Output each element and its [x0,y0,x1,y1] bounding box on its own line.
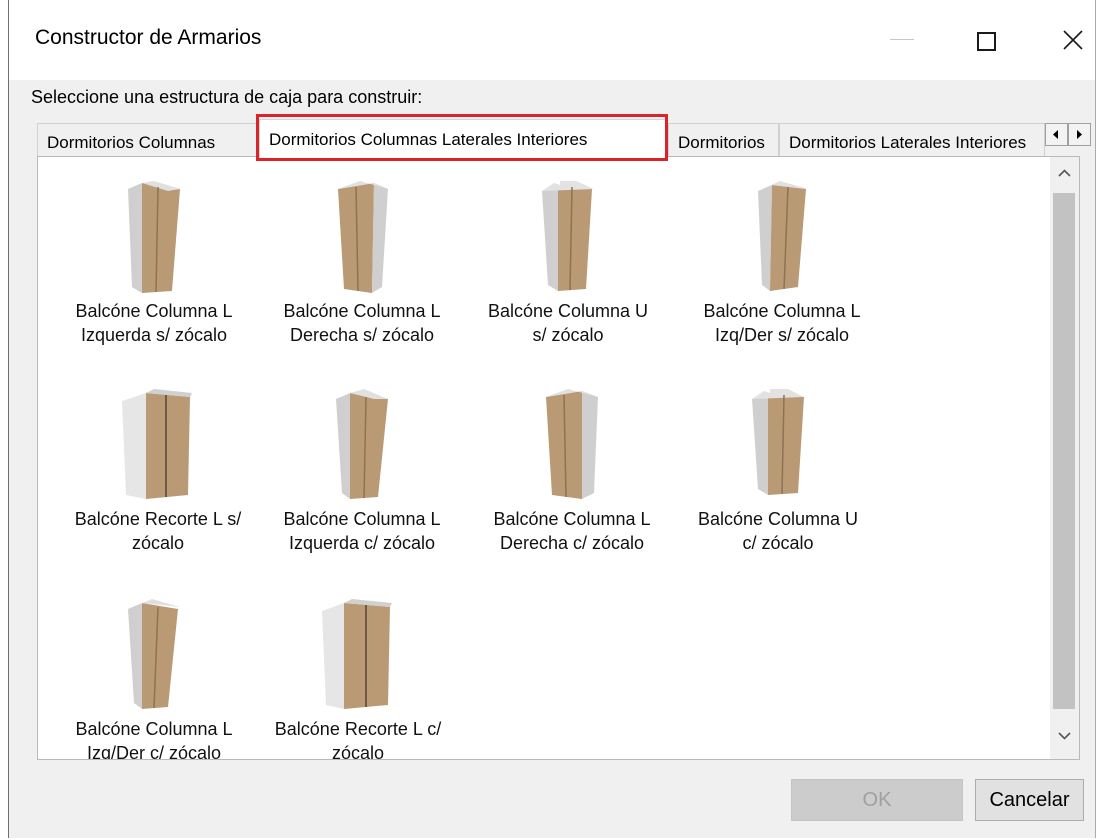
list-item[interactable]: Balcóne Columna L Derecha c/ zócalo [467,365,677,565]
cabinet-l-left-icon [336,389,388,499]
item-label-line2: zócalo [131,533,185,553]
list-item[interactable]: Balcóne Columna L Derecha s/ zócalo [257,157,467,357]
item-label-line2: Derecha c/ zócalo [499,533,645,553]
item-label-line2: Izquerda c/ zócalo [288,533,436,553]
item-label-line1: Balcóne Columna L [75,301,233,321]
cabinet-cut-l-icon [322,599,392,709]
item-label-line1: Balcóne Recorte L s/ [74,509,242,529]
cabinet-u-icon [752,389,804,495]
item-label-line2: s/ zócalo [532,325,604,345]
item-label-line2: Izq/Der s/ zócalo [714,325,850,345]
arrow-left-icon [1053,130,1058,139]
scrollbar-thumb[interactable] [1053,193,1075,709]
cabinet-l-right-icon [338,181,388,293]
item-label-line1: Balcóne Columna L [703,301,861,321]
tab-scroll-right-button[interactable] [1068,123,1091,146]
structure-list-panel: Balcóne Columna L Izquerda s/ zócalo Balc… [37,156,1080,760]
item-label-line1: Balcóne Columna U [487,301,649,321]
item-label-line1: Balcóne Columna L [493,509,651,529]
cabinet-l-both-icon [758,181,808,291]
list-item[interactable]: Balcóne Columna L Izq/Der c/ zócalo [49,575,259,759]
tab-dormitorios-columnas-laterales-interiores[interactable]: Dormitorios Columnas Laterales Interiore… [259,119,668,159]
close-button[interactable] [1053,20,1093,60]
list-item[interactable]: Balcóne Columna L Izq/Der s/ zócalo [677,157,887,357]
tab-dormitorios-columnas[interactable]: Dormitorios Columnas [37,123,259,157]
cancel-button[interactable]: Cancelar [975,779,1084,821]
cabinet-cut-l-icon [122,389,192,499]
window-title: Constructor de Armarios [35,26,262,49]
close-icon [1063,30,1083,50]
list-item[interactable]: Balcóne Recorte L s/zócalo [53,365,263,565]
item-label-line1: Balcóne Columna L [283,301,441,321]
list-item[interactable]: Balcóne Recorte L c/zócalo [253,575,463,759]
item-label-line1: Balcóne Columna L [283,509,441,529]
tab-scroll-left-button[interactable] [1045,123,1068,146]
list-item[interactable]: Balcóne Columna U s/ zócalo [463,157,673,357]
item-label-line1: Balcóne Recorte L c/ [274,719,442,739]
scroll-down-icon[interactable] [1058,731,1071,740]
list-item[interactable]: Balcóne Columna L Izquerda c/ zócalo [257,365,467,565]
item-label-line1: Balcóne Columna U [697,509,859,529]
cabinet-l-right-icon [546,389,598,499]
cabinet-l-both-icon [128,599,180,709]
item-label-line2: Izq/Der c/ zócalo [86,743,222,759]
cabinet-l-left-icon [128,181,180,293]
arrow-right-icon [1077,130,1082,139]
instruction-label: Seleccione una estructura de caja para c… [31,87,423,107]
structure-grid: Balcóne Columna L Izquerda s/ zócalo Balc… [38,157,1050,759]
item-label-line2: zócalo [331,743,385,759]
item-label-line1: Balcóne Columna L [75,719,233,739]
ok-button[interactable]: OK [791,779,963,821]
list-item[interactable]: Balcóne Columna L Izquerda s/ zócalo [49,157,259,357]
vertical-scrollbar[interactable] [1050,157,1079,759]
tab-strip: Dormitorios Columnas Dormitorios Columna… [37,115,1091,159]
title-bar: Constructor de Armarios [9,0,1095,80]
cabinet-u-icon [542,181,594,291]
minimize-button [882,20,922,60]
item-label-line2: Derecha s/ zócalo [289,325,435,345]
tab-dormitorios[interactable]: Dormitorios [668,123,779,157]
maximize-button[interactable] [964,20,1004,60]
tab-dormitorios-laterales-interiores[interactable]: Dormitorios Laterales Interiores [779,123,1045,157]
item-label-line2: c/ zócalo [742,533,814,553]
item-label-line2: Izquerda s/ zócalo [80,325,228,345]
scroll-up-icon[interactable] [1058,169,1071,178]
list-item[interactable]: Balcóne Columna U c/ zócalo [673,365,883,565]
